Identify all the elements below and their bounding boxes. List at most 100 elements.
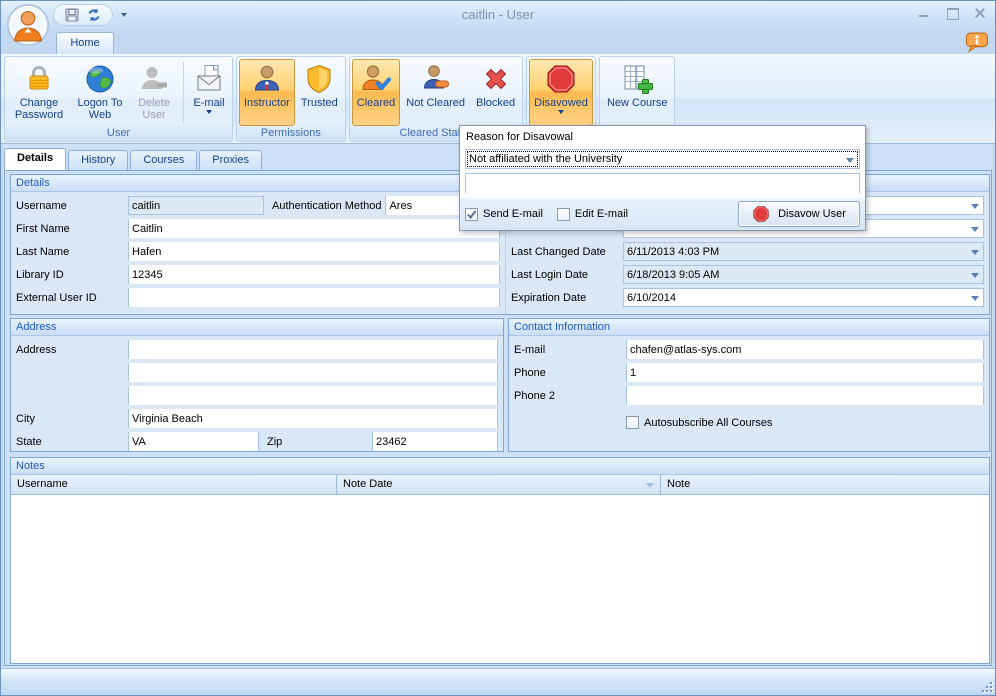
button-label: Not Cleared [406,97,465,109]
delete-user-button[interactable]: Delete User [129,59,179,126]
tab-proxies[interactable]: Proxies [199,150,262,170]
expiration-date-label: Expiration Date [511,292,623,304]
disavowed-toggle-button[interactable]: Disavowed [529,59,593,126]
address-line1-field[interactable] [129,340,497,359]
app-window: caitlin - User Home [0,0,996,696]
state-label: State [16,436,128,448]
zip-field[interactable] [373,432,497,451]
notes-panel-header: Notes [11,458,989,475]
ribbon-tab-row: Home [1,29,995,54]
notes-panel: Notes Username Note Date Note [10,457,990,664]
send-email-label: Send E-mail [483,208,543,220]
trusted-toggle-button[interactable]: Trusted [296,59,343,126]
last-name-field[interactable] [129,242,499,261]
button-label: Disavowed [534,97,588,109]
tab-home[interactable]: Home [56,32,114,54]
chevron-down-icon [846,158,854,163]
new-course-button[interactable]: New Course [602,59,673,126]
disavowal-comment-input[interactable] [466,174,859,193]
instructor-toggle-button[interactable]: Instructor [239,59,295,126]
email-dropdown-arrow-icon [206,110,212,114]
button-label: Instructor [244,97,290,109]
first-name-label: First Name [16,223,128,235]
logon-to-web-button[interactable]: Logon To Web [72,59,128,126]
stop-icon [752,205,770,223]
instructor-icon [251,63,283,95]
address-line2-field[interactable] [129,363,497,382]
button-label: Blocked [476,97,515,109]
chevron-down-icon [971,273,979,278]
globe-icon [84,63,116,95]
library-id-field[interactable] [129,265,499,284]
close-button[interactable] [973,7,987,19]
phone-field[interactable] [627,363,983,382]
tab-history[interactable]: History [68,150,128,170]
autosubscribe-checkbox[interactable]: Autosubscribe All Courses [626,416,772,429]
button-label: Cleared [357,97,396,109]
user-check-icon [360,63,392,95]
window-controls [917,7,987,19]
first-name-field[interactable] [129,219,499,238]
checkbox-icon [557,208,570,221]
change-password-button[interactable]: Change Password [7,59,71,126]
address-panel-header: Address [11,319,503,336]
phone-label: Phone [514,367,626,379]
last-changed-date-label: Last Changed Date [511,246,623,258]
chevron-down-icon [971,227,979,232]
shield-icon [303,63,335,95]
not-cleared-toggle-button[interactable]: Not Cleared [401,59,470,126]
button-label: New Course [607,97,668,109]
minimize-button[interactable] [917,7,931,19]
autosubscribe-label: Autosubscribe All Courses [644,417,772,429]
tab-details[interactable]: Details [4,148,66,170]
group-label-permissions: Permissions [237,126,345,141]
cleared-toggle-button[interactable]: Cleared [352,59,401,126]
expiration-date-field[interactable]: 6/10/2014 [623,288,984,307]
last-name-label: Last Name [16,246,128,258]
blocked-toggle-button[interactable]: Blocked [471,59,520,126]
application-menu-button[interactable] [6,3,50,47]
resize-grip[interactable] [980,680,992,692]
state-field[interactable] [129,432,258,451]
contact-panel-header: Contact Information [509,319,989,336]
phone2-field[interactable] [627,386,983,405]
send-email-checkbox[interactable]: Send E-mail [465,208,543,221]
checkbox-icon [626,416,639,429]
title-bar: caitlin - User [1,1,995,29]
email-icon [193,63,225,95]
lock-icon [23,63,55,95]
table-plus-icon [621,63,653,95]
tab-courses[interactable]: Courses [130,150,197,170]
city-label: City [16,413,128,425]
column-header-username[interactable]: Username [11,475,337,494]
maximize-button[interactable] [945,7,959,19]
checkbox-checked-icon [465,208,478,221]
email-label: E-mail [514,344,626,356]
last-login-date-field[interactable]: 6/18/2013 9:05 AM [623,265,984,284]
disavow-user-label: Disavow User [778,208,846,220]
ribbon-group-permissions: Instructor Trusted Permissions [236,56,346,142]
email-button[interactable]: E-mail [188,59,230,126]
email-field[interactable] [627,340,983,359]
city-field[interactable] [129,409,497,428]
column-header-note-date[interactable]: Note Date [337,475,661,494]
notes-table-body[interactable] [11,495,989,663]
address-line3-field[interactable] [129,386,497,405]
reason-for-disavowal-popup: Reason for Disavowal Not affiliated with… [459,125,866,231]
username-field[interactable] [129,196,263,215]
external-user-id-field[interactable] [129,288,499,307]
popup-title: Reason for Disavowal [460,126,865,143]
disavow-user-button[interactable]: Disavow User [738,201,860,227]
username-label: Username [16,200,128,212]
red-x-icon [480,63,512,95]
disavowed-dropdown-arrow-icon [558,110,564,114]
button-label: Change Password [12,97,66,121]
sort-descending-icon [646,483,654,488]
help-info-icon[interactable] [965,32,989,56]
column-header-note[interactable]: Note [661,475,989,494]
library-id-label: Library ID [16,269,128,281]
disavowal-reason-combobox[interactable]: Not affiliated with the University [465,149,860,169]
auth-method-label: Authentication Method [264,200,385,212]
last-changed-date-field[interactable]: 6/11/2013 4:03 PM [623,242,984,261]
edit-email-checkbox[interactable]: Edit E-mail [557,208,628,221]
